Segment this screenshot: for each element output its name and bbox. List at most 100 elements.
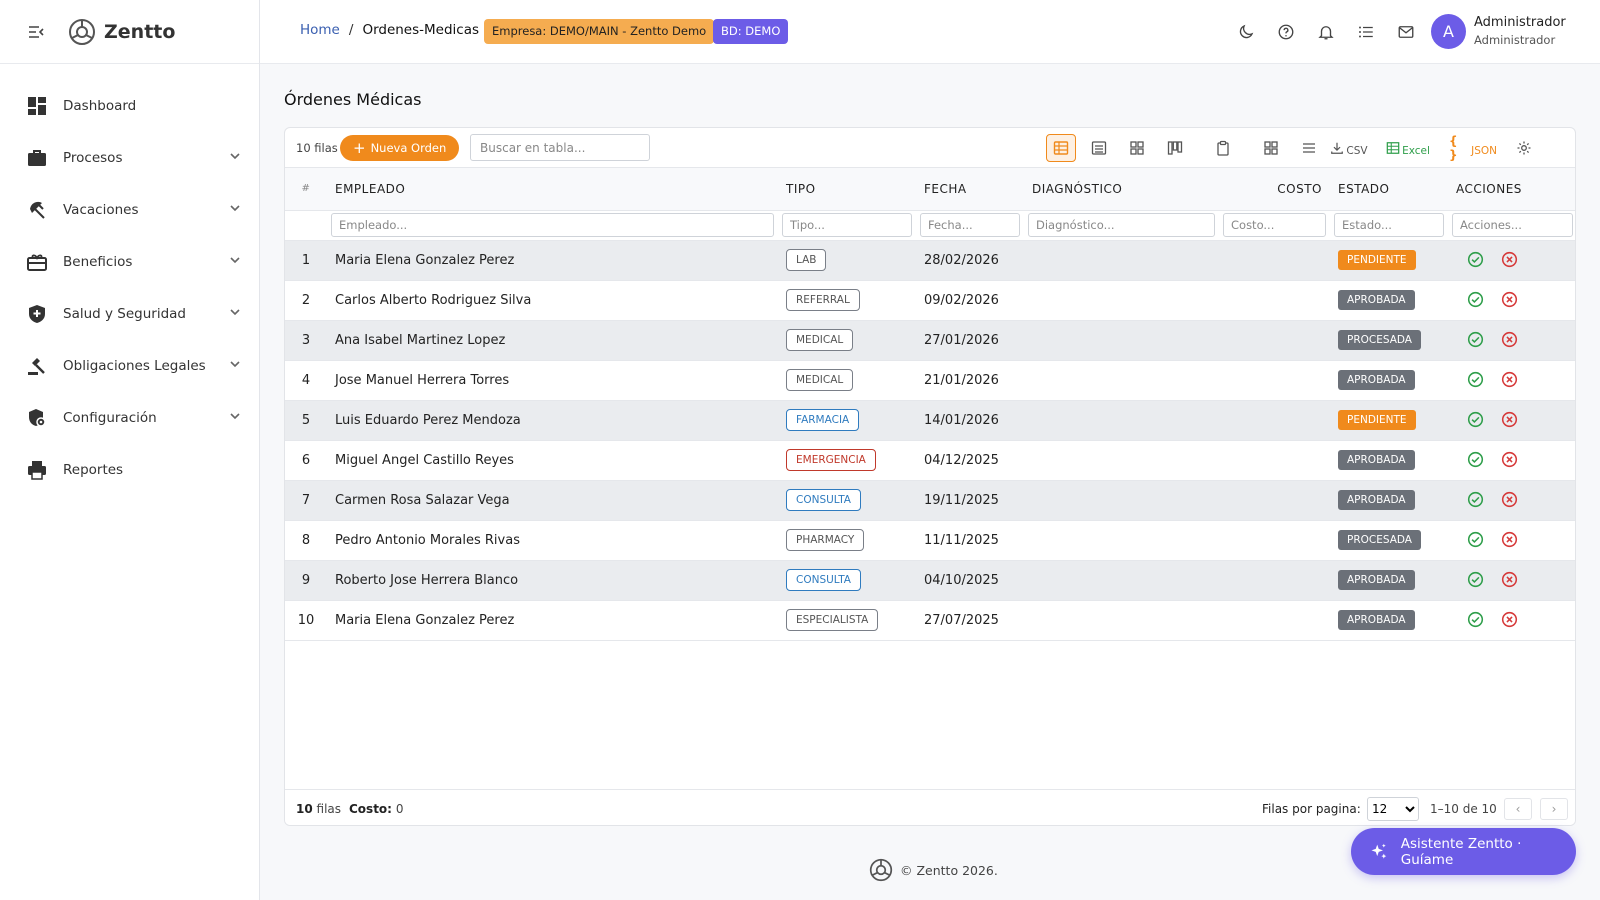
chevron-down-icon[interactable] [229,410,241,426]
reject-cancel-icon[interactable] [1498,488,1520,510]
next-page-button[interactable]: › [1540,798,1568,820]
breadcrumb: Home / Ordenes-Medicas [300,22,479,38]
mail-icon[interactable] [1396,22,1416,42]
sidebar-item-label: Beneficios [63,254,133,270]
list-view-icon[interactable] [1084,134,1114,162]
table-view-icon[interactable] [1046,134,1076,162]
row-number: 6 [285,440,327,481]
cell-fecha: 27/07/2025 [916,600,1024,641]
chevron-down-icon[interactable] [229,306,241,322]
cell-diagnostico [1024,400,1219,441]
table-row[interactable]: 5 Luis Eduardo Perez Mendoza FARMACIA 14/01… [285,400,1575,441]
reject-cancel-icon[interactable] [1498,408,1520,430]
filter-costo-input[interactable] [1223,213,1326,237]
avatar[interactable]: A [1431,14,1466,49]
bell-icon[interactable] [1316,22,1336,42]
table-row[interactable]: 10 Maria Elena Gonzalez Perez ESPECIALISTA… [285,600,1575,641]
sidebar-item-configuracion[interactable]: Configuración [0,392,259,444]
columns-grid-icon[interactable] [1256,134,1286,162]
sidebar-item-reportes[interactable]: Reportes [0,444,259,496]
table-row[interactable]: 3 Ana Isabel Martinez Lopez MEDICAL 27/01/2… [285,320,1575,361]
cell-empleado: Carlos Alberto Rodriguez Silva [327,280,778,321]
reject-cancel-icon[interactable] [1498,368,1520,390]
sidebar-item-vacaciones[interactable]: Vacaciones [0,184,259,236]
sidebar-item-dashboard[interactable]: Dashboard [0,80,259,132]
filter-estado-input[interactable] [1334,213,1444,237]
column-header-empleado[interactable]: EMPLEADO [327,168,778,211]
table-row[interactable]: 7 Carmen Rosa Salazar Vega CONSULTA 19/11/2… [285,480,1575,521]
page-title: Órdenes Médicas [284,90,422,109]
approve-check-icon[interactable] [1464,368,1486,390]
tasks-icon[interactable] [1356,22,1376,42]
cell-acciones [1448,440,1575,481]
gift-card-icon [26,251,48,273]
approve-check-icon[interactable] [1464,568,1486,590]
table-row[interactable]: 6 Miguel Angel Castillo Reyes EMERGENCIA 04… [285,440,1575,481]
reject-cancel-icon[interactable] [1498,568,1520,590]
reject-cancel-icon[interactable] [1498,328,1520,350]
footer-cost-value: 0 [395,802,404,816]
menu-collapse-icon[interactable] [26,22,46,42]
filter-diagnostico-input[interactable] [1028,213,1215,237]
chevron-down-icon[interactable] [229,358,241,374]
sidebar-item-obligaciones-legales[interactable]: Obligaciones Legales [0,340,259,392]
approve-check-icon[interactable] [1464,488,1486,510]
approve-check-icon[interactable] [1464,608,1486,630]
user-name[interactable]: Administrador [1474,15,1566,30]
sidebar-item-procesos[interactable]: Procesos [0,132,259,184]
column-header-diagnostico[interactable]: DIAGNÓSTICO [1024,168,1219,211]
approve-check-icon[interactable] [1464,248,1486,270]
cell-fecha: 04/12/2025 [916,440,1024,481]
approve-check-icon[interactable] [1464,328,1486,350]
cell-acciones [1448,320,1575,361]
assistant-button[interactable]: Asistente Zentto · Guíame [1351,828,1576,875]
previous-page-button[interactable]: ‹ [1504,798,1532,820]
reject-cancel-icon[interactable] [1498,248,1520,270]
approve-check-icon[interactable] [1464,408,1486,430]
breadcrumb-home-link[interactable]: Home [300,22,340,38]
approve-check-icon[interactable] [1464,448,1486,470]
chevron-down-icon[interactable] [229,254,241,270]
kanban-view-icon[interactable] [1160,134,1190,162]
filter-fecha-input[interactable] [920,213,1020,237]
sidebar-item-salud-y-seguridad[interactable]: Salud y Seguridad [0,288,259,340]
table-row[interactable]: 2 Carlos Alberto Rodriguez Silva REFERRAL 0… [285,280,1575,321]
json-export-button[interactable]: { } JSON [1449,134,1497,162]
printer-icon [26,459,48,481]
reject-cancel-icon[interactable] [1498,288,1520,310]
approve-check-icon[interactable] [1464,288,1486,310]
cell-costo [1219,360,1330,401]
filter-acciones-input[interactable] [1452,213,1573,237]
column-header-fecha[interactable]: FECHA [916,168,1024,211]
grid-view-icon[interactable] [1122,134,1152,162]
cell-diagnostico [1024,480,1219,521]
gear-icon[interactable] [1509,134,1539,162]
clipboard-icon[interactable] [1208,134,1238,162]
table-row[interactable]: 4 Jose Manuel Herrera Torres MEDICAL 21/01/… [285,360,1575,401]
table-row[interactable]: 9 Roberto Jose Herrera Blanco CONSULTA 04/1… [285,560,1575,601]
column-header-tipo[interactable]: TIPO [778,168,916,211]
csv-export-button[interactable]: CSV [1328,134,1370,162]
reject-cancel-icon[interactable] [1498,608,1520,630]
excel-export-button[interactable]: Excel [1384,134,1432,162]
chevron-down-icon[interactable] [229,202,241,218]
help-icon[interactable] [1276,22,1296,42]
approve-check-icon[interactable] [1464,528,1486,550]
table-search-input[interactable] [470,134,650,161]
table-row[interactable]: 1 Maria Elena Gonzalez Perez LAB 28/02/2026… [285,240,1575,281]
rows-per-page-select[interactable]: 12 [1367,797,1419,821]
column-header-costo[interactable]: COSTO [1219,168,1330,211]
reject-cancel-icon[interactable] [1498,448,1520,470]
reject-cancel-icon[interactable] [1498,528,1520,550]
sparkle-icon [1371,843,1387,859]
cell-estado: APROBADA [1330,360,1448,401]
filter-empleado-input[interactable] [331,213,774,237]
density-icon[interactable] [1294,134,1324,162]
sidebar-item-beneficios[interactable]: Beneficios [0,236,259,288]
chevron-down-icon[interactable] [229,150,241,166]
new-order-button[interactable]: + Nueva Orden [340,135,460,161]
filter-tipo-input[interactable] [782,213,912,237]
table-row[interactable]: 8 Pedro Antonio Morales Rivas PHARMACY 11/1… [285,520,1575,561]
column-header-estado[interactable]: ESTADO [1330,168,1448,211]
moon-icon[interactable] [1236,22,1256,42]
